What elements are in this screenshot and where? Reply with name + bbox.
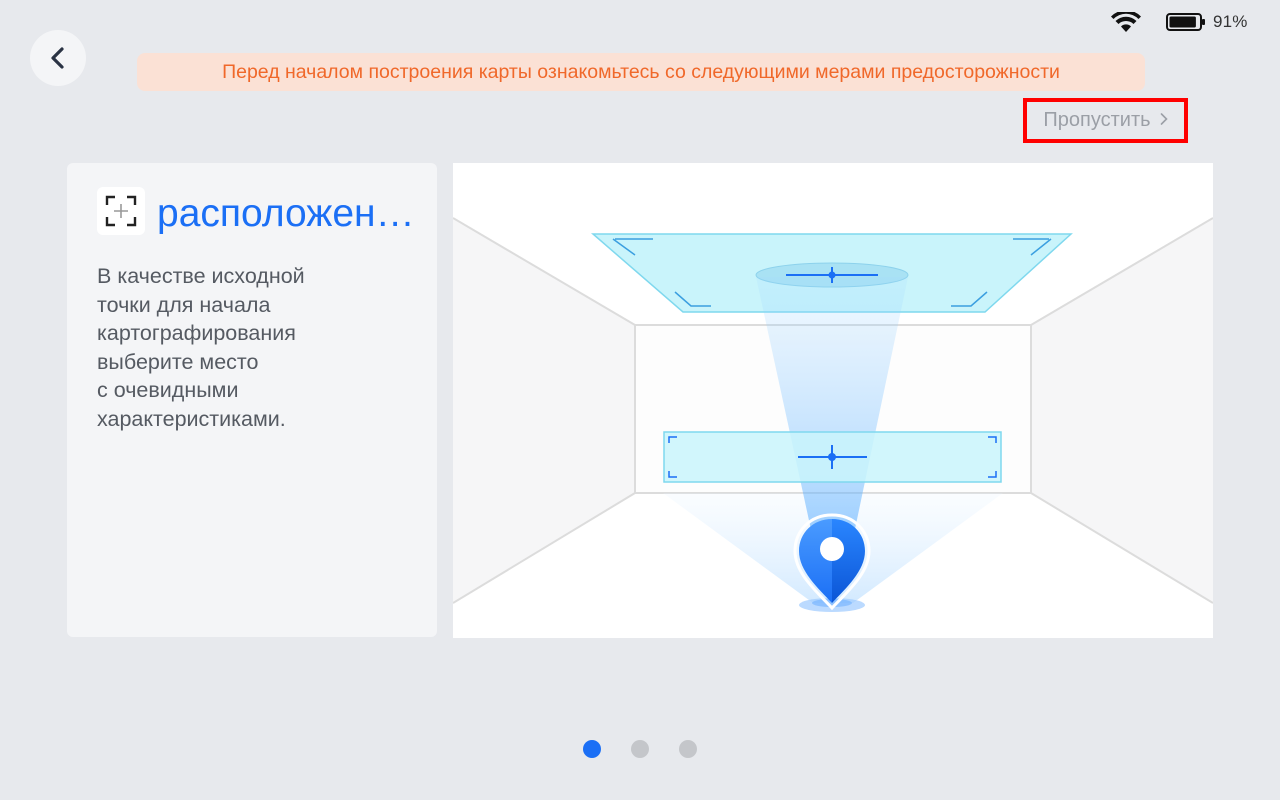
- wifi-icon: [1111, 12, 1141, 32]
- info-card: расположение В качестве исходной точки д…: [67, 163, 437, 637]
- page-dot-2[interactable]: [631, 740, 649, 758]
- chevron-left-icon: [51, 47, 64, 69]
- page-dot-3[interactable]: [679, 740, 697, 758]
- back-button[interactable]: [30, 30, 86, 86]
- warning-banner: Перед началом построения карты ознакомьт…: [137, 53, 1145, 91]
- page-dot-1[interactable]: [583, 740, 601, 758]
- card-title: расположение: [157, 192, 417, 235]
- battery-percent: 91%: [1213, 12, 1248, 31]
- skip-button[interactable]: Пропустить: [1023, 98, 1188, 143]
- chevron-right-icon: [1160, 113, 1168, 125]
- pagination: [0, 740, 1280, 758]
- room-location-illustration: [453, 163, 1213, 638]
- battery-icon: [1166, 13, 1205, 31]
- card-description: В качестве исходной точки для начала кар…: [97, 264, 305, 431]
- focus-crosshair-icon: [97, 187, 145, 235]
- skip-label: Пропустить: [1043, 109, 1151, 131]
